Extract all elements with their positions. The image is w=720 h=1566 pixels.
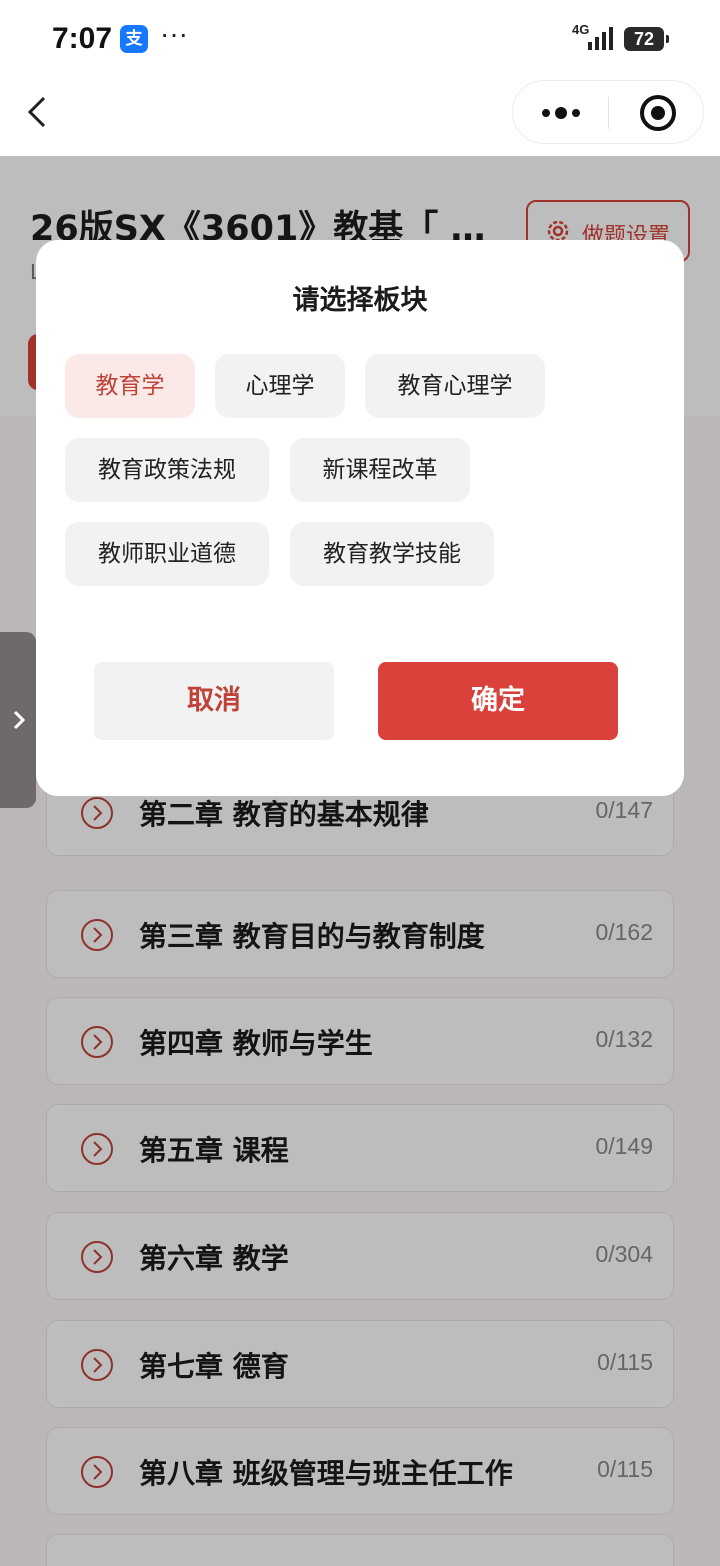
section-select-dialog: 请选择板块 教育学 心理学 教育心理学 教育政策法规 新课程改革 教师职业道德 … — [36, 240, 684, 796]
option-chip-teaching-skills[interactable]: 教育教学技能 — [290, 522, 494, 586]
status-more-icon: ··· — [160, 18, 188, 49]
option-chip-psychology[interactable]: 心理学 — [215, 354, 345, 418]
target-close-icon[interactable] — [639, 94, 677, 132]
option-chip-education[interactable]: 教育学 — [65, 354, 195, 418]
option-chip-curriculum-reform[interactable]: 新课程改革 — [290, 438, 470, 502]
chevron-left-icon[interactable] — [24, 94, 54, 130]
option-chip-education-policy-law[interactable]: 教育政策法规 — [65, 438, 269, 502]
option-chip-educational-psychology[interactable]: 教育心理学 — [365, 354, 545, 418]
signal-icon — [588, 27, 613, 50]
mini-program-capsule — [512, 80, 704, 144]
more-dots-icon[interactable] — [539, 99, 583, 127]
alipay-icon: 支 — [120, 25, 148, 53]
option-chip-teacher-ethics[interactable]: 教师职业道德 — [65, 522, 269, 586]
nav-bar — [0, 78, 720, 156]
cancel-button[interactable]: 取消 — [94, 662, 334, 740]
capsule-divider — [608, 97, 609, 129]
battery-icon: 72 — [624, 27, 669, 51]
status-bar: 7:07 支 ··· 4G 72 — [0, 0, 720, 78]
confirm-button[interactable]: 确定 — [378, 662, 618, 740]
chevron-right-icon — [13, 710, 26, 730]
side-drawer-handle[interactable] — [0, 632, 36, 808]
status-time: 7:07 — [52, 22, 113, 55]
dialog-title: 请选择板块 — [292, 285, 428, 316]
